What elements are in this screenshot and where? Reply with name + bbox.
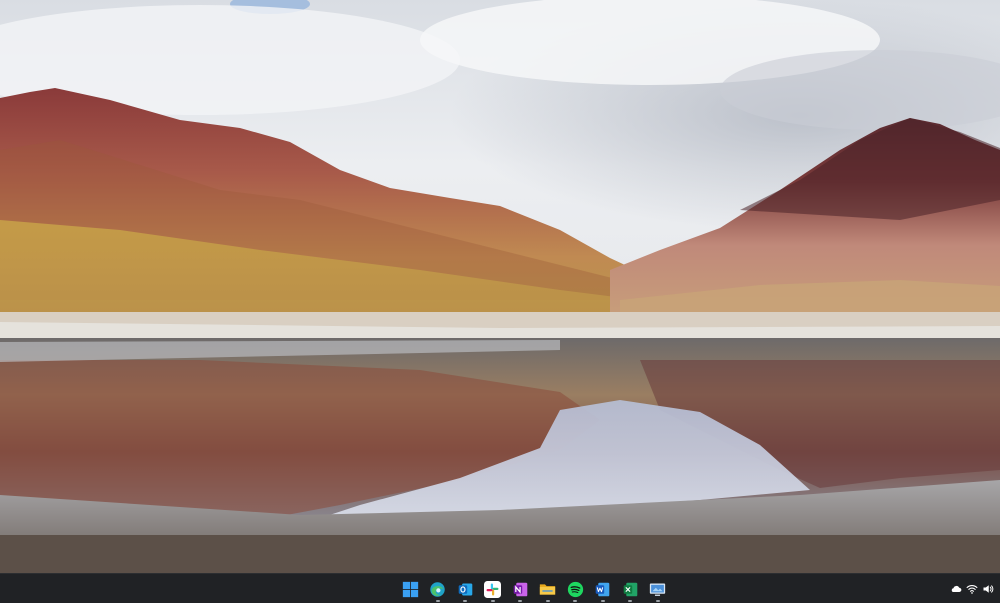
taskbar-app-file-explorer[interactable] bbox=[536, 574, 561, 603]
running-indicator bbox=[518, 600, 523, 602]
desktop bbox=[0, 0, 1000, 603]
tray-wifi[interactable] bbox=[966, 583, 978, 595]
onenote-icon bbox=[513, 582, 528, 596]
taskbar-app-word[interactable] bbox=[591, 574, 616, 603]
wifi-icon bbox=[966, 585, 978, 594]
running-indicator bbox=[600, 600, 605, 602]
running-indicator bbox=[435, 600, 440, 602]
edge-icon bbox=[430, 581, 445, 597]
taskbar-app-remote-desktop[interactable] bbox=[646, 574, 671, 603]
start-button[interactable] bbox=[398, 574, 423, 603]
running-indicator bbox=[655, 600, 660, 602]
remote-desktop-icon bbox=[650, 583, 666, 596]
running-indicator bbox=[490, 600, 495, 602]
cloud-icon bbox=[951, 585, 962, 592]
taskbar bbox=[0, 573, 1000, 603]
running-indicator bbox=[628, 600, 633, 602]
folder-icon bbox=[540, 583, 556, 595]
tray-cloud[interactable] bbox=[950, 583, 962, 595]
taskbar-app-slack[interactable] bbox=[481, 574, 506, 603]
word-icon bbox=[595, 582, 610, 596]
taskbar-app-edge[interactable] bbox=[426, 574, 451, 603]
running-indicator bbox=[463, 600, 468, 602]
wallpaper bbox=[0, 0, 1000, 573]
taskbar-app-outlook[interactable] bbox=[453, 574, 478, 603]
taskbar-app-excel[interactable] bbox=[618, 574, 643, 603]
windows-logo-icon bbox=[402, 581, 418, 597]
running-indicator bbox=[573, 600, 578, 602]
spotify-icon bbox=[567, 581, 583, 597]
outlook-icon bbox=[458, 583, 473, 595]
system-tray bbox=[950, 574, 994, 603]
excel-icon bbox=[623, 582, 638, 596]
tray-volume[interactable] bbox=[982, 583, 994, 595]
slack-icon bbox=[484, 580, 502, 598]
volume-icon bbox=[983, 585, 994, 593]
running-indicator bbox=[545, 600, 550, 602]
taskbar-app-onenote[interactable] bbox=[508, 574, 533, 603]
taskbar-apps bbox=[398, 574, 670, 603]
taskbar-app-spotify[interactable] bbox=[563, 574, 588, 603]
